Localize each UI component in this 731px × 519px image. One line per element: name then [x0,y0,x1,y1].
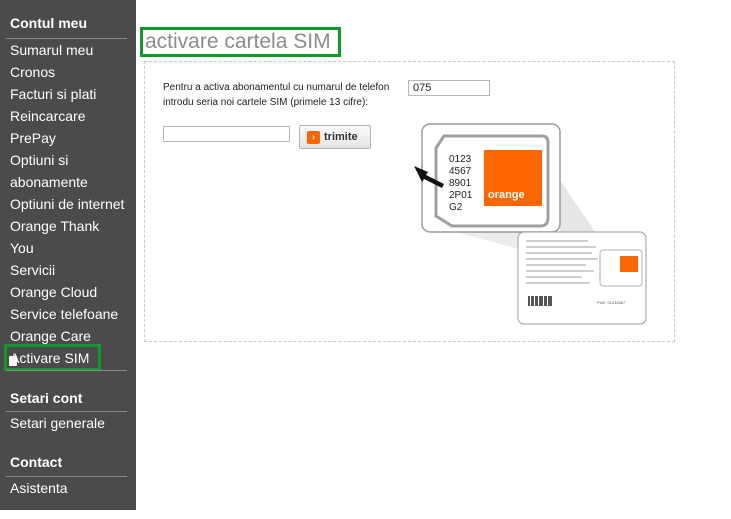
puk-label: PUK: 01234567 [597,300,626,305]
sidebar-item-cronos[interactable]: Cronos [10,61,55,83]
sim-serial-input[interactable] [163,126,290,142]
card-text-line [526,252,592,254]
section-title-contact: Contact [10,454,63,470]
sidebar-item-abonamente[interactable]: abonamente [10,171,88,193]
sim-digit-line: 0123 [449,154,472,165]
page-title: activare cartela SIM [145,30,331,53]
phone-prefix-input[interactable] [408,80,490,96]
sim-card-illustration: orange 0123 4567 8901 2P01 G2 PUK: 01234… [414,123,647,325]
card-text-line [526,264,586,266]
sidebar-item-service-telefoane[interactable]: Service telefoane [10,303,118,325]
instruction-line-1: Pentru a activa abonamentul cu numarul d… [163,82,390,93]
section-divider [6,370,127,371]
mini-orange-block [620,256,638,272]
sidebar-item-reincarcare[interactable]: Reincarcare [10,105,85,127]
sidebar-item-prepay[interactable]: PrePay [10,127,56,149]
active-item-highlight [4,344,101,371]
sidebar-item-you[interactable]: You [10,237,34,259]
barcode [547,296,548,306]
barcode [543,296,544,306]
sidebar-item-optiuni-si[interactable]: Optiuni si [10,149,68,171]
sim-digit-line: 4567 [449,166,472,177]
sidebar-item-servicii[interactable]: Servicii [10,259,55,281]
orange-logo-text: orange [488,189,525,201]
instruction-line-2: introdu seria noi cartele SIM (primele 1… [163,97,369,108]
sim-digit-line: G2 [449,202,463,213]
barcode [530,296,531,306]
sidebar-item-orange-thank[interactable]: Orange Thank [10,215,99,237]
sidebar-item-setari-generale[interactable]: Setari generale [10,412,105,434]
card-text-line [526,270,594,272]
card-text-line [526,276,582,278]
barcode [534,296,535,306]
sim-digit-line: 2P01 [449,190,473,201]
card-text-line [526,282,590,284]
sim-digit-line: 8901 [449,178,472,189]
page: Contul meu Sumarul meu Cronos Facturi si… [0,0,731,519]
sidebar-item-facturi[interactable]: Facturi si plati [10,83,96,105]
barcode [528,296,552,306]
submit-button-label: trimite [324,131,358,143]
section-title-setari-cont: Setari cont [10,390,83,406]
sidebar-item-sumarul-meu[interactable]: Sumarul meu [10,39,93,61]
arrow-right-icon: › [307,130,320,144]
section-title-contul-meu: Contul meu [10,15,87,31]
sidebar: Contul meu Sumarul meu Cronos Facturi si… [0,0,136,510]
barcode [538,296,539,306]
sidebar-item-asistenta[interactable]: Asistenta [10,477,68,499]
card-text-line [526,246,596,248]
sidebar-item-orange-cloud[interactable]: Orange Cloud [10,281,97,303]
card-text-line [526,240,588,242]
submit-button[interactable]: › trimite [299,125,371,149]
card-text-line [526,258,598,260]
sidebar-item-optiuni-internet[interactable]: Optiuni de internet [10,193,124,215]
